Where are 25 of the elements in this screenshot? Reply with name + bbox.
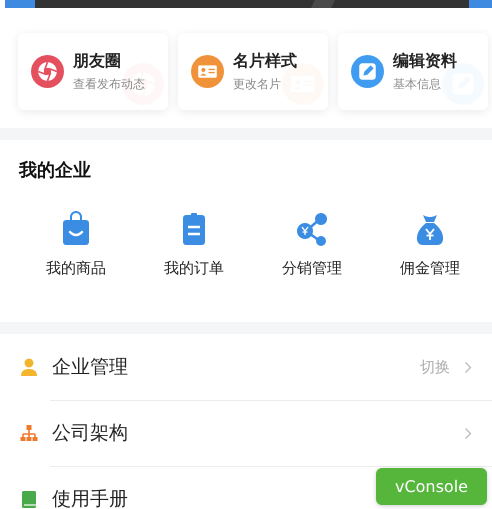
menu-item[interactable]: 公司架构: [52, 420, 128, 446]
feature-label[interactable]: 我的商品: [46, 259, 106, 278]
menu-value: 切换: [420, 358, 450, 376]
aperture-icon: [31, 55, 64, 88]
feature-label[interactable]: 分销管理: [282, 259, 342, 278]
id-card-icon: [191, 55, 224, 88]
shortcut-card[interactable]: 名片样式 更改名片: [178, 33, 328, 110]
feature-label[interactable]: 我的订单: [164, 259, 224, 278]
section-title: 我的企业: [18, 159, 92, 183]
menu-item[interactable]: 企业管理: [52, 354, 128, 380]
feature-label[interactable]: 佣金管理: [400, 259, 460, 278]
card-title: 编辑资料: [393, 50, 457, 72]
shortcut-card[interactable]: 朋友圈 查看发布动态: [18, 33, 168, 110]
card-title: 名片样式: [233, 50, 297, 72]
card-title: 朋友圈: [73, 50, 122, 72]
menu-item[interactable]: 使用手册: [52, 486, 128, 509]
person-icon: [20, 358, 38, 376]
card-subtitle: 基本信息: [393, 76, 442, 92]
pencil-icon: [351, 55, 384, 88]
shortcut-card[interactable]: 编辑资料 基本信息: [338, 33, 488, 110]
share-yen-icon: [294, 211, 330, 247]
book-icon: [20, 490, 38, 508]
hierarchy-icon: [20, 424, 38, 442]
card-subtitle: 更改名片: [233, 76, 282, 92]
card-subtitle: 查看发布动态: [73, 76, 145, 92]
